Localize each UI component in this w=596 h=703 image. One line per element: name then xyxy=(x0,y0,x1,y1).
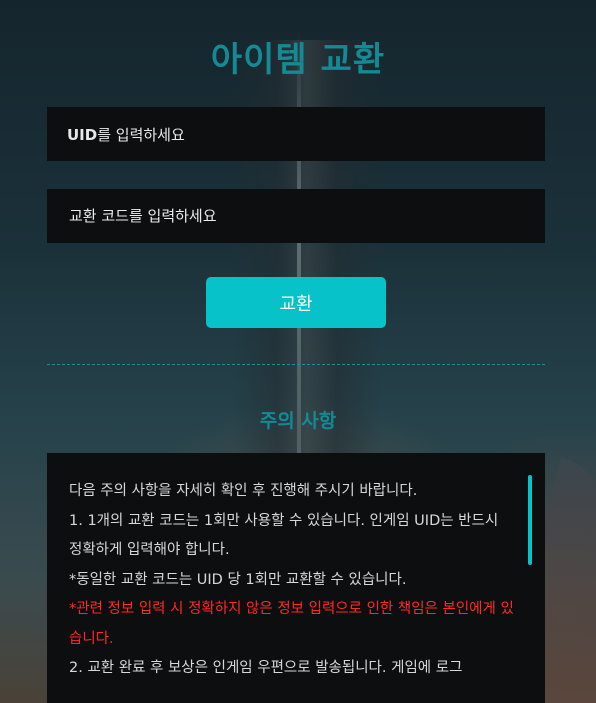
notice-box[interactable]: 다음 주의 사항을 자세히 확인 후 진행해 주시기 바랍니다. 1. 1개의 … xyxy=(47,453,545,703)
notice-warning-line: *관련 정보 입력 시 정확하지 않은 정보 입력으로 인한 책임은 본인에게 … xyxy=(69,601,514,647)
notice-line: 2. 교환 완료 후 보상은 인게임 우편으로 발송됩니다. 게임에 로그 xyxy=(69,660,463,676)
notice-line: 다음 주의 사항을 자세히 확인 후 진행해 주시기 바랍니다. xyxy=(69,483,418,499)
background-rock xyxy=(538,455,596,703)
page: 아이템 교환 UID를 입력하세요 교환 주의 사항 다음 주의 사항을 자세히… xyxy=(0,0,596,703)
divider xyxy=(47,364,545,365)
uid-placeholder[interactable]: UID를 입력하세요 xyxy=(67,124,185,145)
uid-field[interactable]: UID를 입력하세요 xyxy=(47,107,545,161)
notice-line: *동일한 교환 코드는 UID 당 1회만 교환할 수 있습니다. xyxy=(69,571,407,588)
notice-title: 주의 사항 xyxy=(259,410,337,432)
exchange-button[interactable]: 교환 xyxy=(206,277,386,328)
exchange-code-field[interactable] xyxy=(47,188,545,244)
page-title: 아이템 교환 xyxy=(210,40,386,80)
notice-line: 1. 1개의 교환 코드는 1회만 사용할 수 있습니다. 인게임 UID는 반… xyxy=(69,512,499,559)
uid-placeholder-bold: UID xyxy=(67,125,98,144)
uid-placeholder-rest: 를 입력하세요 xyxy=(97,125,185,144)
exchange-code-input[interactable] xyxy=(67,188,545,244)
notice-scrollbar[interactable] xyxy=(528,475,532,565)
